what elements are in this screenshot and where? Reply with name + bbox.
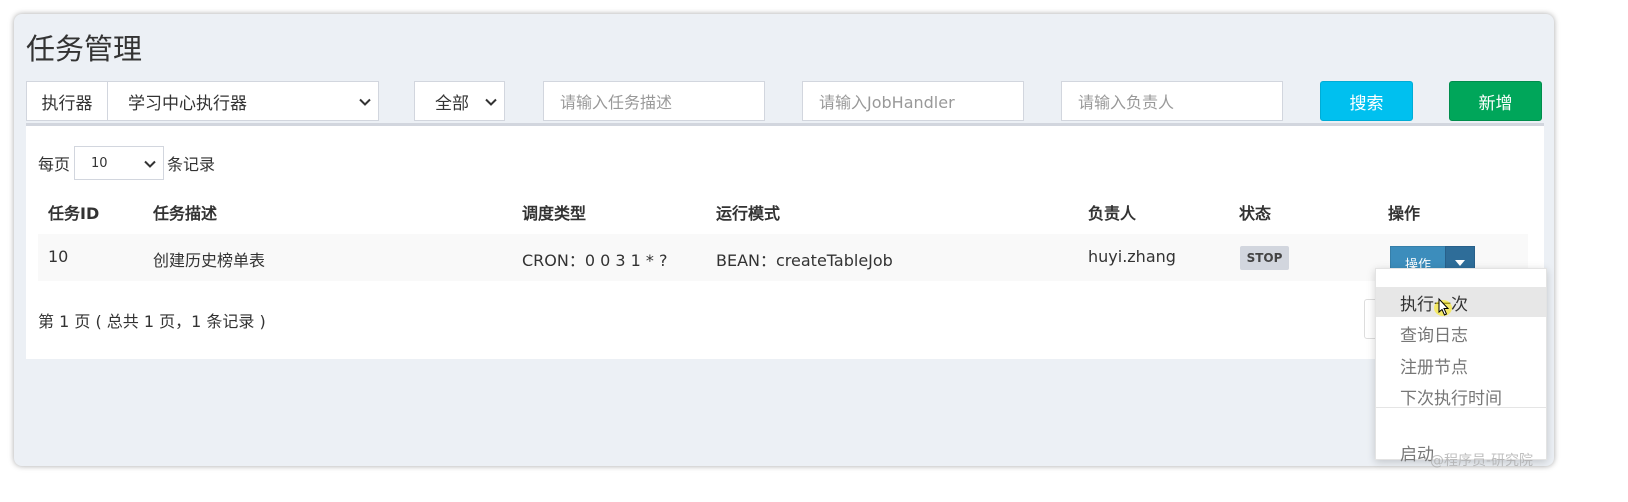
chevron-down-icon: [143, 157, 157, 171]
executor-select[interactable]: 学习中心执行器: [107, 81, 379, 121]
action-dropdown-menu: 执行一次 查询日志 注册节点 下次执行时间 启动: [1375, 268, 1547, 465]
pointer-cursor-icon: [1434, 297, 1452, 316]
page-title: 任务管理: [26, 32, 143, 66]
table-row: 10 创建历史榜单表 CRON：0 0 3 1 * ? BEAN：createT…: [38, 234, 1528, 281]
length-prefix: 每页: [38, 155, 71, 174]
job-handler-input[interactable]: 请输入JobHandler: [802, 81, 1024, 121]
job-table-box: 每页 10 条记录 任务ID 任务描述 调度类型 运行模式 负责人 状态 操作 …: [26, 123, 1544, 359]
app-window: 任务管理 执行器 学习中心执行器 全部 请输入任务描述 请输入JobHandle…: [14, 14, 1554, 466]
cell-schedule: CRON：0 0 3 1 * ?: [522, 251, 668, 270]
page-length-value: 10: [91, 155, 108, 171]
menu-item-query-log[interactable]: 查询日志: [1376, 318, 1546, 348]
table-info: 第 1 页 ( 总共 1 页，1 条记录 ): [38, 312, 266, 331]
author-input[interactable]: 请输入负责人: [1061, 81, 1283, 121]
executor-label: 执行器: [26, 81, 108, 121]
menu-item-run-once[interactable]: 执行一次: [1376, 287, 1546, 317]
page-length-control: 每页 10 条记录: [38, 146, 215, 180]
chevron-down-icon: [484, 95, 498, 109]
status-select[interactable]: 全部: [414, 81, 505, 121]
status-badge: STOP: [1240, 246, 1289, 270]
header-job-id[interactable]: 任务ID: [48, 200, 99, 224]
caret-down-icon: [1455, 260, 1465, 266]
page-length-select[interactable]: 10: [74, 146, 165, 180]
search-button[interactable]: 搜索: [1320, 81, 1413, 121]
cell-job-desc: 创建历史榜单表: [153, 251, 266, 270]
header-actions: 操作: [1388, 204, 1421, 223]
menu-divider: [1376, 407, 1546, 408]
cell-job-id: 10: [48, 247, 69, 266]
header-author[interactable]: 负责人: [1088, 200, 1136, 224]
header-status[interactable]: 状态: [1239, 200, 1271, 224]
length-suffix: 条记录: [167, 155, 216, 174]
menu-item-registry-nodes[interactable]: 注册节点: [1376, 350, 1546, 380]
watermark: @程序员-研究院: [1430, 453, 1534, 469]
cell-author: huyi.zhang: [1088, 247, 1176, 266]
header-run-mode[interactable]: 运行模式: [716, 200, 780, 224]
header-job-desc[interactable]: 任务描述: [153, 200, 217, 224]
table-header: 任务ID 任务描述 调度类型 运行模式 负责人 状态 操作: [38, 194, 1528, 235]
add-button[interactable]: 新增: [1449, 81, 1542, 121]
cell-run-mode: BEAN：createTableJob: [716, 251, 893, 270]
status-select-value: 全部: [435, 93, 469, 114]
job-desc-input[interactable]: 请输入任务描述: [543, 81, 765, 121]
chevron-down-icon: [358, 95, 372, 109]
header-schedule-type[interactable]: 调度类型: [522, 200, 586, 224]
executor-select-value: 学习中心执行器: [128, 93, 247, 114]
